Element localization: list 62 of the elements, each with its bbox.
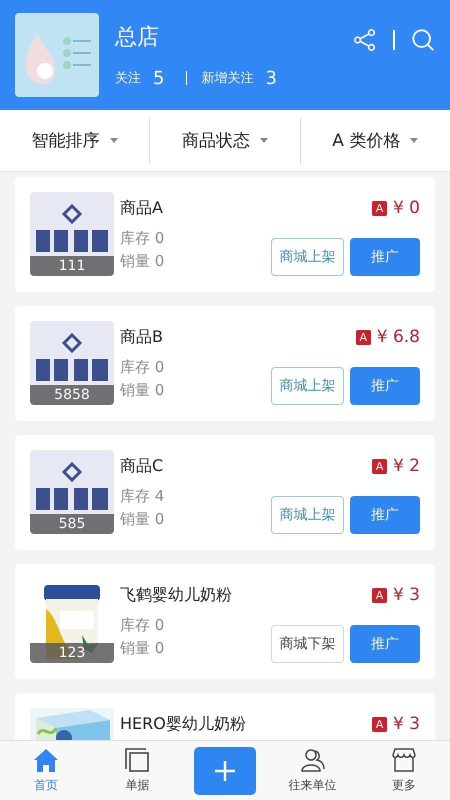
shelf-button[interactable]: 商城上架 (271, 238, 344, 276)
product-name: 商品A (120, 198, 164, 219)
tab[interactable]: 单据 (102, 747, 172, 794)
sales-text: 销量 0 (120, 509, 166, 530)
image-count: 5858 (30, 385, 114, 405)
price: ¥ 6.8 (376, 327, 420, 347)
new-follow-label: 新增关注 (201, 70, 254, 87)
sales-text: 销量 0 (120, 251, 166, 272)
product-card[interactable]: 123 飞鹤婴幼儿奶粉 库存 0 销量 0 A ¥ 3 商城下架 推广 (15, 564, 435, 679)
follow-label: 关注 (115, 70, 141, 87)
filter-dropdown[interactable]: 智能排序 (0, 118, 150, 164)
promote-button[interactable]: 推广 (350, 496, 420, 534)
image-count: 123 (30, 643, 114, 663)
stock-text: 库存 0 (120, 615, 166, 636)
product-card[interactable]: 5858 商品B 库存 0 销量 0 A ¥ 6.8 商城上架 推广 (15, 306, 435, 421)
shelf-button[interactable]: 商城下架 (271, 625, 344, 663)
promote-button[interactable]: 推广 (350, 367, 420, 405)
image-count: 585 (30, 514, 114, 534)
people-icon (300, 747, 326, 773)
stock-text: 库存 0 (120, 357, 166, 378)
product-card[interactable]: 585 商品C 库存 4 销量 0 A ¥ 2 商城上架 推广 (15, 435, 435, 550)
price: ¥ 2 (392, 456, 420, 476)
product-card[interactable]: 111 商品A 库存 0 销量 0 A ¥ 0 商城上架 推广 (15, 177, 435, 292)
shelf-button[interactable]: 商城上架 (271, 367, 344, 405)
store-icon (391, 747, 418, 773)
follow-count: 5 (153, 68, 164, 88)
stock-text: 库存 0 (120, 228, 166, 249)
caret-icon (110, 138, 118, 143)
image-count: 111 (30, 256, 114, 276)
price: ¥ 3 (392, 714, 420, 734)
promote-button[interactable]: 推广 (350, 238, 420, 276)
store-name: 总店 (115, 24, 160, 52)
sales-text: 销量 0 (120, 380, 166, 401)
sales-text: 销量 0 (120, 638, 166, 659)
tab[interactable]: 更多 (369, 747, 440, 794)
price: ¥ 3 (392, 585, 420, 605)
filter-dropdown[interactable]: 商品状态 (150, 118, 301, 164)
price-tier-badge: A (372, 200, 387, 216)
promote-button[interactable]: 推广 (350, 625, 420, 663)
product-name: HERO婴幼儿奶粉 (120, 714, 247, 735)
product-name: 商品C (120, 456, 164, 477)
caret-icon (410, 138, 418, 143)
plus-icon (212, 758, 237, 782)
stock-text: 库存 4 (120, 486, 166, 507)
caret-icon (260, 138, 268, 143)
search-icon[interactable] (411, 28, 435, 52)
filter-dropdown[interactable]: A 类价格 (300, 118, 450, 164)
product-card[interactable]: HERO婴幼儿奶粉 A ¥ 3 (15, 693, 435, 740)
price: ¥ 0 (392, 198, 420, 218)
product-name: 飞鹤婴幼儿奶粉 (120, 585, 233, 606)
price-tier-badge: A (356, 330, 371, 344)
home-icon (32, 747, 59, 773)
price-tier-badge: A (372, 716, 387, 732)
price-tier-badge: A (372, 588, 387, 602)
documents-icon (124, 747, 150, 773)
product-name: 商品B (120, 327, 164, 348)
price-tier-badge: A (372, 458, 387, 474)
add-button[interactable] (194, 746, 256, 794)
shelf-button[interactable]: 商城上架 (271, 496, 344, 534)
share-icon[interactable] (353, 28, 377, 52)
new-follow-count: 3 (265, 68, 277, 88)
tab[interactable]: 往来单位 (278, 747, 348, 794)
